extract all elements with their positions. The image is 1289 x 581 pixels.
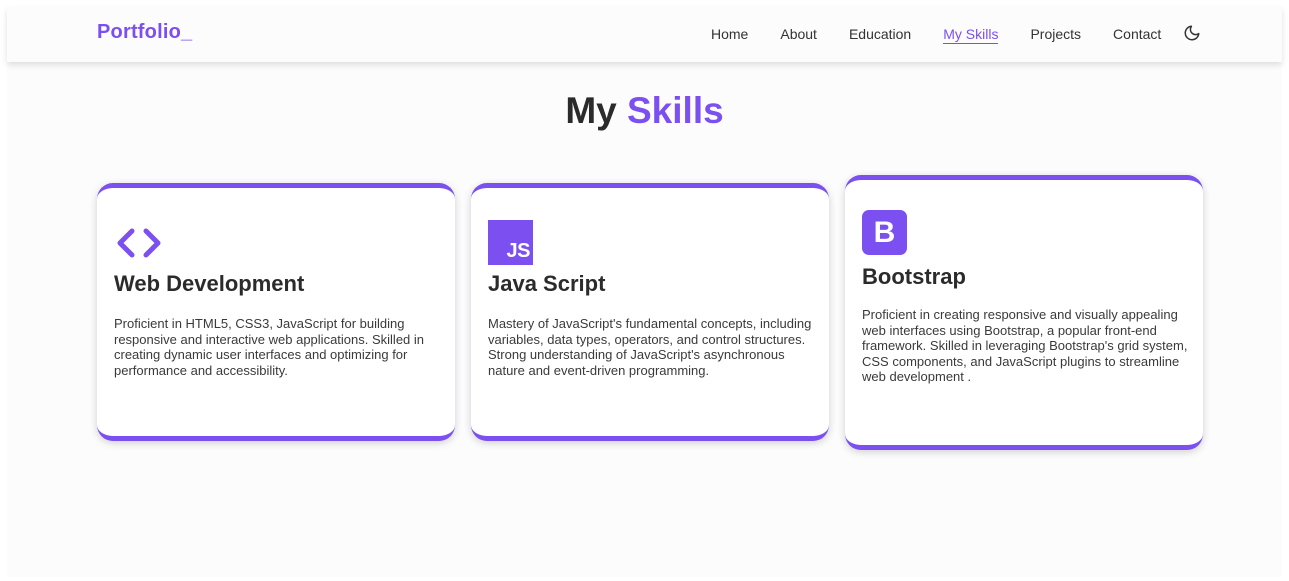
- skill-card-javascript: JS Java Script Mastery of JavaScript's f…: [471, 183, 829, 441]
- nav-link-contact[interactable]: Contact: [1113, 26, 1161, 44]
- nav-link-about[interactable]: About: [780, 26, 817, 44]
- bootstrap-icon-label: B: [873, 215, 896, 249]
- page: Portfolio_ Home About Education My Skill…: [7, 7, 1282, 577]
- section-title-accent: Skills: [627, 90, 724, 131]
- skill-card-web-development: Web Development Proficient in HTML5, CSS…: [97, 183, 455, 441]
- skill-description: Proficient in creating responsive and vi…: [862, 307, 1188, 385]
- skill-description: Proficient in HTML5, CSS3, JavaScript fo…: [114, 316, 425, 378]
- nav-link-my-skills[interactable]: My Skills: [943, 26, 999, 44]
- javascript-icon: JS: [488, 220, 533, 265]
- code-icon: [114, 228, 164, 263]
- moon-icon[interactable]: [1183, 24, 1201, 42]
- skill-title: Bootstrap: [862, 264, 966, 289]
- navbar: Portfolio_ Home About Education My Skill…: [7, 7, 1282, 62]
- nav-link-home[interactable]: Home: [711, 26, 748, 44]
- bootstrap-icon: B: [862, 210, 907, 255]
- nav-links: Home About Education My Skills Projects …: [711, 26, 1193, 44]
- javascript-icon-label: JS: [506, 240, 531, 262]
- skill-card-bootstrap: B Bootstrap Proficient in creating respo…: [845, 175, 1203, 450]
- skill-title: Web Development: [114, 271, 305, 296]
- nav-link-education[interactable]: Education: [849, 26, 911, 44]
- skill-description: Mastery of JavaScript's fundamental conc…: [488, 316, 812, 378]
- logo[interactable]: Portfolio_: [97, 21, 192, 44]
- section-title-plain: My: [565, 90, 617, 131]
- skill-title: Java Script: [488, 271, 606, 296]
- nav-link-projects[interactable]: Projects: [1030, 26, 1081, 44]
- section-title: My Skills: [7, 90, 1282, 132]
